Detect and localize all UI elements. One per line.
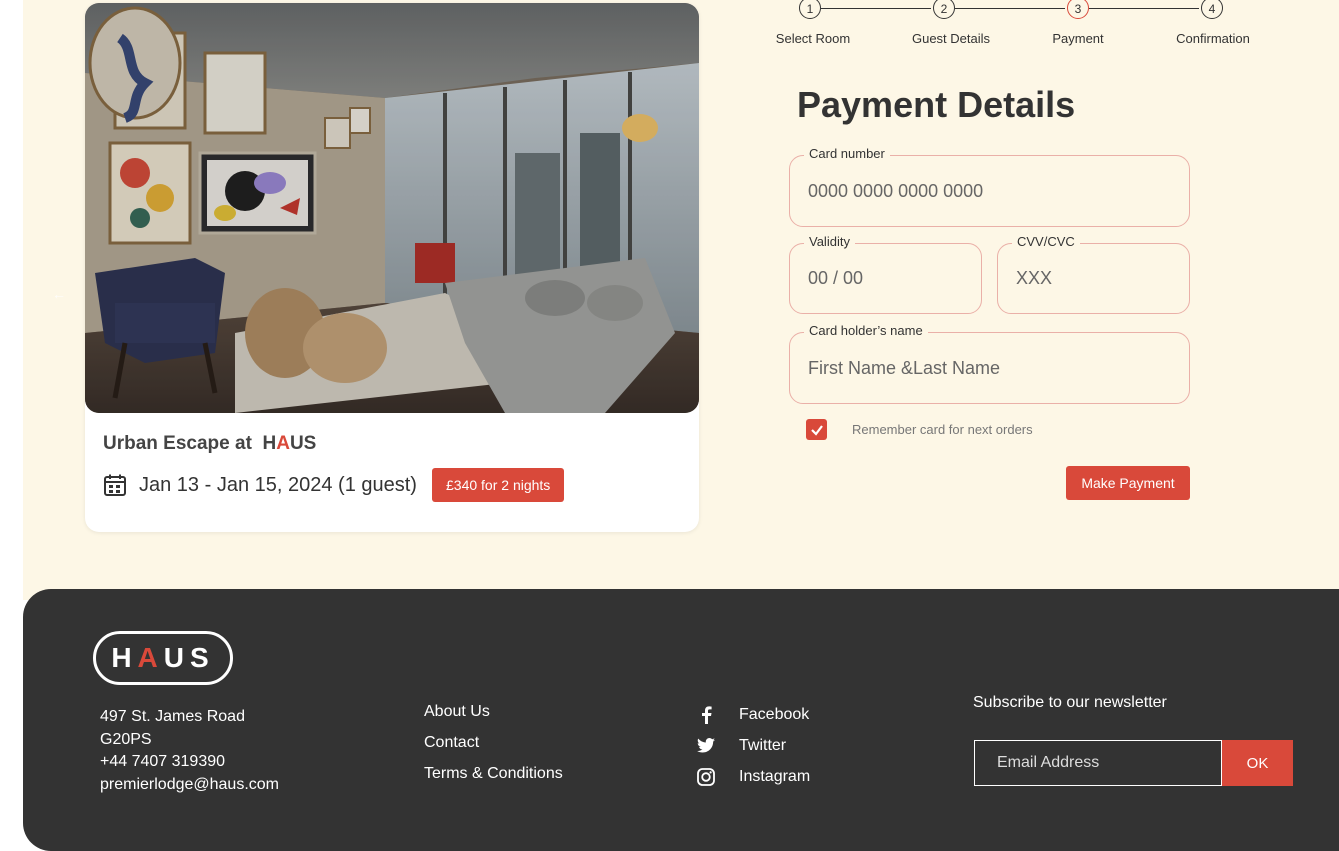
room-title: Urban Escape at HAUS	[103, 433, 316, 455]
footer-link-terms[interactable]: Terms & Conditions	[424, 765, 563, 796]
validity-input[interactable]	[806, 244, 965, 313]
footer-logo-h: H	[111, 642, 138, 673]
card-number-input[interactable]	[806, 156, 1173, 226]
address-phone: +44 7407 319390	[100, 753, 226, 770]
cvv-field: CVV/CVC	[997, 234, 1190, 314]
checkmark-icon	[810, 424, 823, 436]
price-badge: £340 for 2 nights	[432, 468, 565, 502]
footer: H A US 497 St. James Road G20PS +44 7407 3…	[23, 589, 1339, 851]
footer-address: 497 St. James Road G20PS +44 7407 319390…	[100, 706, 279, 796]
facebook-icon	[697, 705, 715, 724]
address-street: 497 St. James Road	[100, 708, 245, 725]
twitter-icon	[697, 737, 715, 755]
newsletter-ok-button[interactable]: OK	[1222, 740, 1293, 786]
footer-social: Facebook Twitter Instagram	[697, 699, 810, 792]
social-facebook[interactable]: Facebook	[697, 699, 810, 730]
room-title-prefix: Urban Escape at	[103, 433, 252, 454]
address-postcode: G20PS	[100, 730, 152, 748]
payment-title: Payment Details	[797, 84, 1076, 125]
footer-link-about[interactable]: About Us	[424, 703, 563, 734]
social-facebook-label: Facebook	[739, 705, 810, 723]
footer-logo-a: A	[137, 642, 164, 673]
card-holder-field: Card holder’s name	[789, 323, 1190, 404]
social-instagram[interactable]: Instagram	[697, 761, 810, 792]
newsletter-title: Subscribe to our newsletter	[973, 694, 1167, 711]
step-connector	[821, 8, 931, 9]
step-connector	[955, 8, 1065, 9]
room-dates: Jan 13 - Jan 15, 2024 (1 guest)	[103, 473, 417, 497]
instagram-icon	[697, 767, 715, 786]
step-4-label: Confirmation	[1176, 31, 1250, 46]
room-photo	[85, 3, 699, 413]
address-email: premierlodge@haus.com	[100, 775, 279, 793]
remember-card-row: Remember card for next orders	[806, 419, 1033, 440]
footer-logo-us: US	[163, 642, 215, 673]
carousel-prev-arrow-icon[interactable]: ←	[52, 286, 66, 302]
step-2-circle[interactable]: 2	[933, 0, 955, 19]
step-1-circle[interactable]: 1	[799, 0, 821, 19]
footer-links: About Us Contact Terms & Conditions	[424, 703, 563, 796]
room-dates-text: Jan 13 - Jan 15, 2024 (1 guest)	[139, 473, 417, 496]
social-twitter-label: Twitter	[739, 736, 787, 754]
step-3-circle[interactable]: 3	[1067, 0, 1089, 19]
room-brand-us: US	[289, 433, 317, 454]
footer-link-contact[interactable]: Contact	[424, 734, 563, 765]
remember-card-checkbox[interactable]	[806, 419, 827, 440]
room-brand-h: H	[262, 433, 277, 454]
step-1-label: Select Room	[775, 31, 851, 46]
step-connector	[1089, 8, 1199, 9]
step-2-label: Guest Details	[911, 31, 991, 46]
footer-logo[interactable]: H A US	[93, 631, 233, 685]
newsletter-email-input[interactable]	[974, 740, 1222, 786]
social-twitter[interactable]: Twitter	[697, 730, 810, 761]
card-holder-input[interactable]	[806, 333, 1173, 403]
step-3-label: Payment	[1052, 31, 1104, 46]
room-card: Urban Escape at HAUS Jan 13 - Jan 15, 20…	[85, 3, 699, 532]
make-payment-button[interactable]: Make Payment	[1066, 466, 1190, 500]
calendar-icon	[104, 474, 126, 496]
social-instagram-label: Instagram	[739, 767, 811, 785]
room-brand-a: A	[276, 433, 290, 454]
validity-field: Validity	[789, 234, 982, 314]
booking-stepper: 1 2 3 4 Select Room Guest Details Paymen…	[760, 0, 1280, 50]
remember-card-label: Remember card for next orders	[852, 422, 1033, 437]
room-photo-illustration	[85, 3, 699, 413]
cvv-input[interactable]	[1014, 244, 1173, 313]
card-number-field: Card number	[789, 146, 1190, 227]
step-4-circle[interactable]: 4	[1201, 0, 1223, 19]
